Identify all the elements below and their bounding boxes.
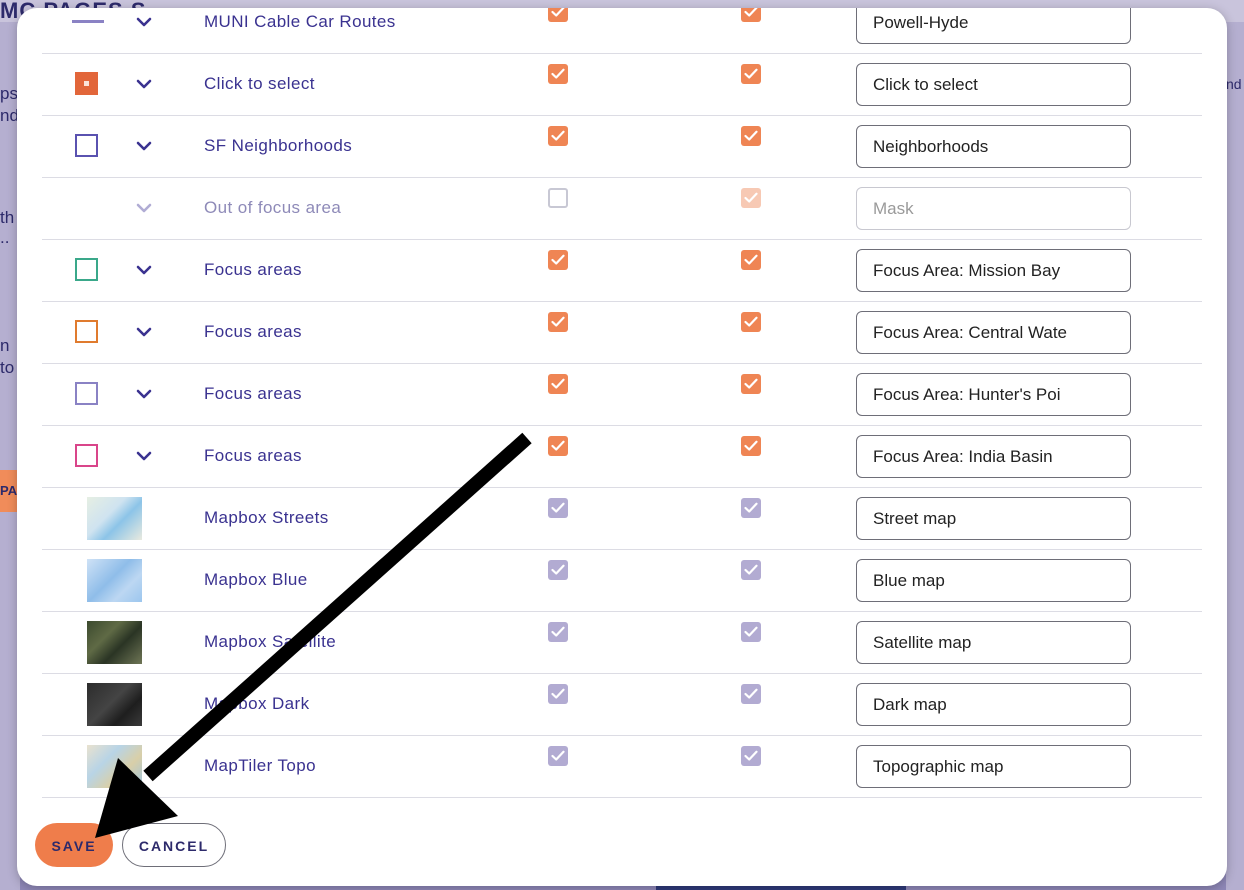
legend-checkbox[interactable]: [741, 560, 761, 580]
layer-label-input[interactable]: Focus Area: Central Wate: [856, 311, 1131, 354]
legend-checkbox[interactable]: [741, 746, 761, 766]
visible-checkbox[interactable]: [548, 746, 568, 766]
legend-checkbox[interactable]: [741, 64, 761, 84]
basemap-thumbnail: [87, 497, 142, 540]
legend-checkbox[interactable]: [741, 684, 761, 704]
chevron-down-icon[interactable]: [134, 12, 154, 32]
chevron-down-icon[interactable]: [134, 198, 154, 218]
layer-row: Mapbox Blue Blue map: [42, 550, 1202, 612]
background-text: nd: [1226, 76, 1242, 92]
legend-checkbox[interactable]: [741, 188, 761, 208]
basemap-thumbnail: [87, 683, 142, 726]
layer-name: Mapbox Satellite: [204, 632, 337, 651]
layer-name: SF Neighborhoods: [204, 136, 353, 155]
layer-list: MUNI Cable Car Routes Powell-Hyde Click to…: [42, 8, 1202, 798]
layer-label-input[interactable]: Street map: [856, 497, 1131, 540]
background-text: to: [0, 358, 15, 377]
layer-settings-modal: MUNI Cable Car Routes Powell-Hyde Click to…: [17, 8, 1227, 886]
layer-label-input[interactable]: Dark map: [856, 683, 1131, 726]
legend-checkbox[interactable]: [741, 374, 761, 394]
legend-checkbox[interactable]: [741, 622, 761, 642]
basemap-thumbnail: [87, 745, 142, 788]
outline-swatch-icon[interactable]: [75, 258, 98, 281]
chevron-down-icon[interactable]: [134, 446, 154, 466]
outline-swatch-icon[interactable]: [75, 444, 98, 467]
visible-checkbox[interactable]: [548, 560, 568, 580]
layer-label-input[interactable]: Click to select: [856, 63, 1131, 106]
layer-name: Focus areas: [204, 322, 302, 341]
layer-label-input[interactable]: Mask: [856, 187, 1131, 230]
visible-checkbox[interactable]: [548, 126, 568, 146]
layer-label-input[interactable]: Satellite map: [856, 621, 1131, 664]
background-text: ps: [0, 84, 18, 103]
visible-checkbox[interactable]: [548, 684, 568, 704]
layer-name: Mapbox Blue: [204, 570, 308, 589]
layer-name: Focus areas: [204, 260, 302, 279]
background-text: ..: [0, 228, 10, 247]
visible-checkbox[interactable]: [548, 188, 568, 208]
visible-checkbox[interactable]: [548, 250, 568, 270]
visible-checkbox[interactable]: [548, 64, 568, 84]
layer-name: Focus areas: [204, 384, 302, 403]
legend-checkbox[interactable]: [741, 312, 761, 332]
save-button[interactable]: SAVE: [35, 823, 113, 867]
layer-row: Click to select Click to select: [42, 54, 1202, 116]
background-text: n: [0, 336, 10, 355]
visible-checkbox[interactable]: [548, 8, 568, 22]
background-text: th: [0, 208, 15, 227]
chevron-down-icon[interactable]: [134, 322, 154, 342]
layer-row: Focus areas Focus Area: Hunter's Poi: [42, 364, 1202, 426]
layer-label-input[interactable]: Topographic map: [856, 745, 1131, 788]
chevron-down-icon[interactable]: [134, 136, 154, 156]
layer-row: Out of focus area Mask: [42, 178, 1202, 240]
chevron-down-icon[interactable]: [134, 384, 154, 404]
layer-row: Focus areas Focus Area: Mission Bay: [42, 240, 1202, 302]
cancel-button[interactable]: CANCEL: [122, 823, 226, 867]
outline-swatch-icon[interactable]: [75, 382, 98, 405]
layer-name: Out of focus area: [204, 198, 342, 217]
basemap-thumbnail: [87, 621, 142, 664]
layer-name: Mapbox Streets: [204, 508, 329, 527]
visible-checkbox[interactable]: [548, 436, 568, 456]
visible-checkbox[interactable]: [548, 622, 568, 642]
layer-row: Mapbox Satellite Satellite map: [42, 612, 1202, 674]
fill-swatch-icon[interactable]: [75, 72, 98, 95]
outline-swatch-icon[interactable]: [75, 320, 98, 343]
layer-label-input[interactable]: Focus Area: India Basin: [856, 435, 1131, 478]
layer-row: MapTiler Topo Topographic map: [42, 736, 1202, 798]
layer-name: Focus areas: [204, 446, 302, 465]
legend-checkbox[interactable]: [741, 436, 761, 456]
layer-label-input[interactable]: Neighborhoods: [856, 125, 1131, 168]
layer-row: Mapbox Streets Street map: [42, 488, 1202, 550]
outline-swatch-icon[interactable]: [75, 134, 98, 157]
legend-checkbox[interactable]: [741, 126, 761, 146]
layer-name: Mapbox Dark: [204, 694, 310, 713]
layer-label-input[interactable]: Focus Area: Mission Bay: [856, 249, 1131, 292]
layer-name: MUNI Cable Car Routes: [204, 12, 396, 31]
chevron-down-icon[interactable]: [134, 260, 154, 280]
legend-checkbox[interactable]: [741, 250, 761, 270]
layer-label-input[interactable]: Powell-Hyde: [856, 8, 1131, 44]
basemap-thumbnail: [87, 559, 142, 602]
visible-checkbox[interactable]: [548, 374, 568, 394]
layer-name: Click to select: [204, 74, 315, 93]
layer-label-input[interactable]: Focus Area: Hunter's Poi: [856, 373, 1131, 416]
layer-row: Focus areas Focus Area: Central Wate: [42, 302, 1202, 364]
layer-label-input[interactable]: Blue map: [856, 559, 1131, 602]
layer-row: SF Neighborhoods Neighborhoods: [42, 116, 1202, 178]
layer-row: Mapbox Dark Dark map: [42, 674, 1202, 736]
background-right-panel: nd: [1226, 22, 1244, 890]
visible-checkbox[interactable]: [548, 498, 568, 518]
chevron-down-icon[interactable]: [134, 74, 154, 94]
legend-checkbox[interactable]: [741, 498, 761, 518]
visible-checkbox[interactable]: [548, 312, 568, 332]
layer-row: MUNI Cable Car Routes Powell-Hyde: [42, 8, 1202, 54]
layer-row: Focus areas Focus Area: India Basin: [42, 426, 1202, 488]
line-swatch-icon[interactable]: [72, 20, 104, 23]
layer-name: MapTiler Topo: [204, 756, 316, 775]
legend-checkbox[interactable]: [741, 8, 761, 22]
